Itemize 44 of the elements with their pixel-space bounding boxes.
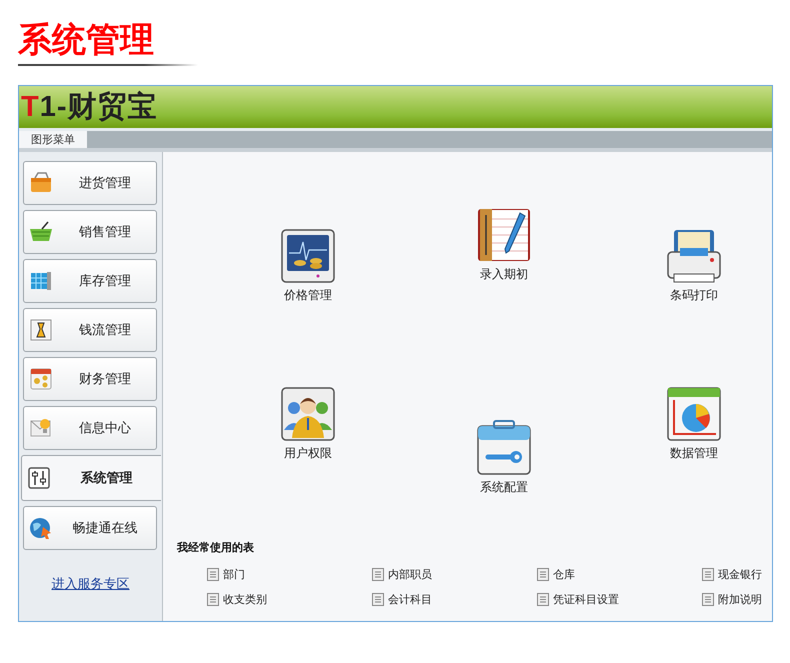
tab[interactable]: 图形菜单 — [19, 131, 87, 148]
function-icon[interactable] — [666, 386, 722, 442]
function-icon[interactable] — [476, 420, 532, 476]
function-label[interactable]: 用户权限 — [284, 445, 332, 462]
module-icon — [28, 366, 54, 392]
module-icon — [28, 317, 54, 343]
document-icon — [372, 568, 384, 581]
document-icon — [537, 568, 549, 581]
document-icon — [207, 593, 219, 606]
sidebar-item[interactable]: 钱流管理 — [23, 308, 157, 352]
function-icon[interactable] — [280, 386, 336, 442]
document-icon — [372, 593, 384, 606]
document-icon — [702, 593, 714, 606]
function-icon[interactable] — [280, 228, 336, 284]
sidebar-item[interactable]: 进货管理 — [23, 161, 157, 205]
document-icon — [207, 568, 219, 581]
section-title: 我经常使用的表 — [177, 540, 255, 555]
function-label[interactable]: 录入期初 — [480, 266, 528, 283]
sidebar-item[interactable]: 畅捷通在线 — [23, 506, 157, 550]
page-heading: 系统管理 — [18, 19, 154, 62]
sidebar-item[interactable]: 系统管理 — [21, 455, 161, 501]
table-link[interactable]: 收支类别 — [223, 592, 267, 607]
function-icon[interactable] — [666, 228, 722, 284]
app-logo: T1-财贸宝 — [20, 90, 158, 125]
table-link[interactable]: 部门 — [223, 567, 245, 582]
document-icon — [702, 568, 714, 581]
function-label[interactable]: 条码打印 — [670, 287, 718, 304]
table-link[interactable]: 现金银行 — [718, 567, 762, 582]
table-link[interactable]: 会计科目 — [388, 592, 432, 607]
table-link[interactable]: 内部职员 — [388, 567, 432, 582]
function-label[interactable]: 系统配置 — [480, 479, 528, 496]
table-link[interactable]: 凭证科目设置 — [553, 592, 619, 607]
function-icon[interactable] — [476, 207, 532, 263]
sidebar-item[interactable]: 库存管理 — [23, 259, 157, 303]
module-icon — [26, 465, 52, 491]
table-link[interactable]: 仓库 — [553, 567, 575, 582]
sidebar-item[interactable]: 销售管理 — [23, 210, 157, 254]
function-label[interactable]: 价格管理 — [284, 287, 332, 304]
document-icon — [537, 593, 549, 606]
table-link[interactable]: 附加说明 — [718, 592, 762, 607]
function-label[interactable]: 数据管理 — [670, 445, 718, 462]
sidebar-item[interactable]: 财务管理 — [23, 357, 157, 401]
service-link[interactable]: 进入服务专区 — [19, 575, 162, 593]
sidebar-item[interactable]: 信息中心 — [23, 406, 157, 450]
